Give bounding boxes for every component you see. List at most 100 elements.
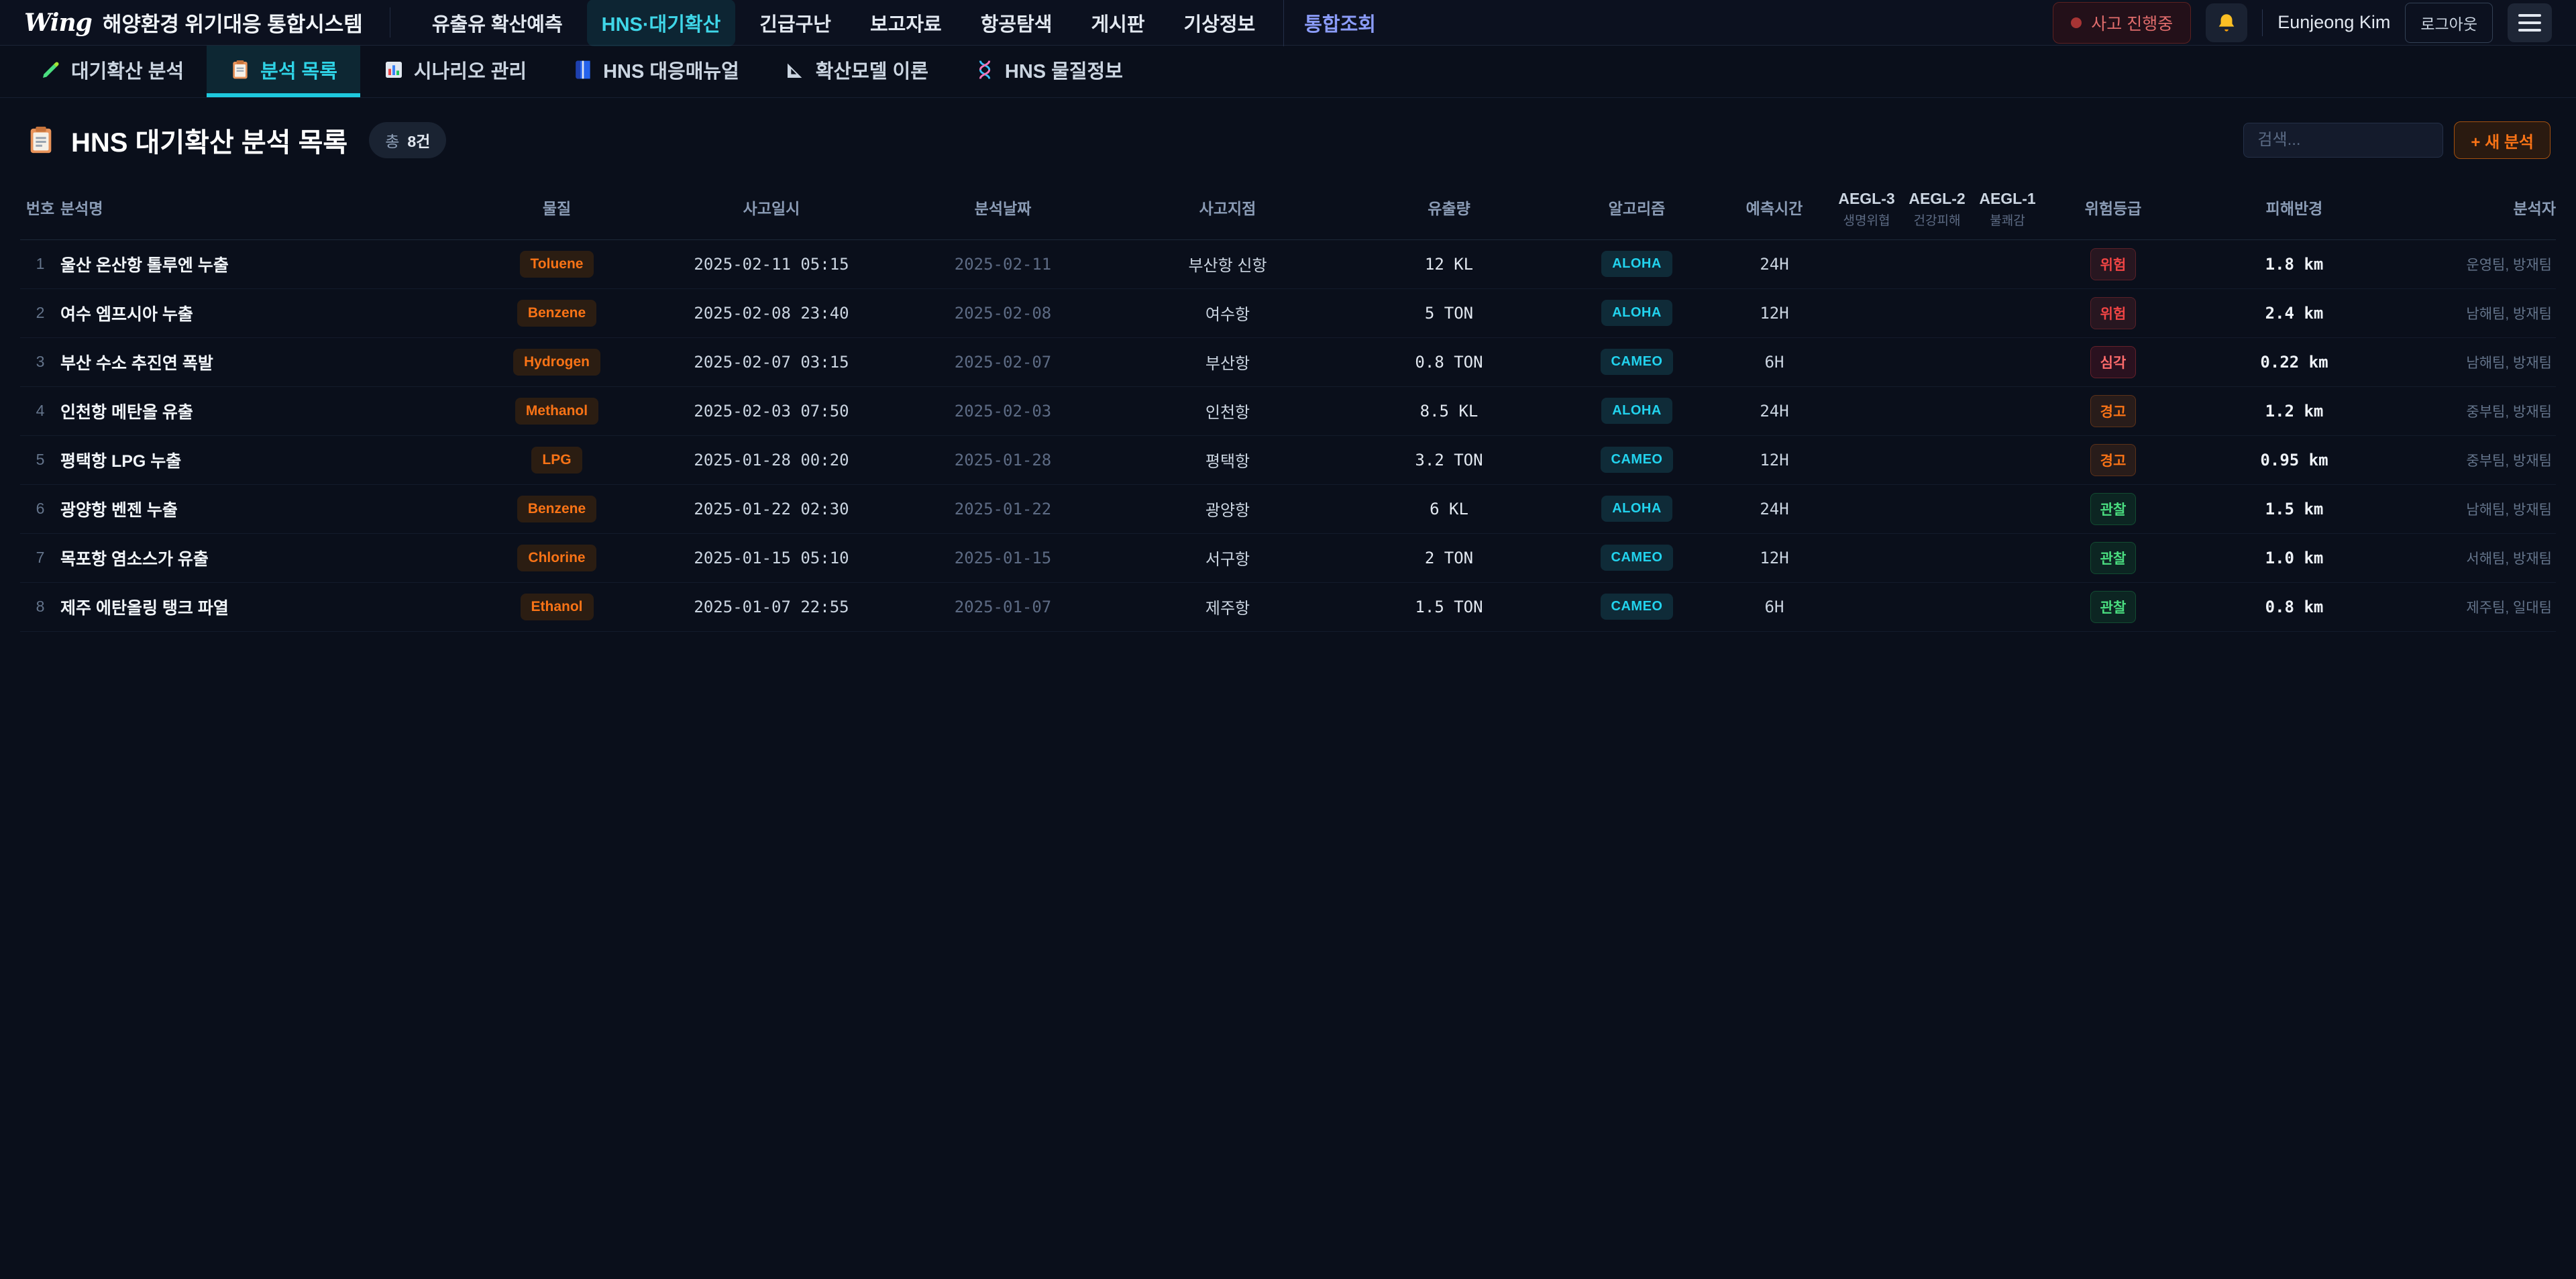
risk-cell: 위험	[2043, 248, 2184, 280]
row-number: 4	[20, 402, 60, 420]
dna-icon	[974, 59, 996, 80]
hamburger-menu-button[interactable]	[2508, 3, 2552, 42]
analysis-name: 여수 엠프시아 누출	[60, 301, 463, 325]
brand-logo: Wing	[24, 9, 92, 37]
page-header-left: HNS 대기확산 분석 목록 총 8건	[25, 121, 446, 160]
table-row[interactable]: 3 부산 수소 추진연 폭발 Hydrogen 2025-02-07 03:15…	[20, 338, 2556, 387]
damage-radius: 1.0 km	[2184, 549, 2405, 567]
col-location: 사고지점	[1114, 199, 1342, 219]
main-content: HNS 대기확산 분석 목록 총 8건 + 새 분석 번호 분석명 물질 사고일…	[0, 98, 2576, 632]
analyst-names: 중부팀, 방재팀	[2405, 450, 2556, 470]
nav-item-유출유 확산예측[interactable]: 유출유 확산예측	[417, 0, 578, 46]
total-label: 총	[385, 129, 399, 152]
table-row[interactable]: 4 인천항 메탄올 유출 Methanol 2025-02-03 07:50 2…	[20, 387, 2556, 436]
analyst-names: 제주팀, 일대팀	[2405, 597, 2556, 617]
spill-amount: 1.5 TON	[1342, 598, 1556, 616]
nav-item-게시판[interactable]: 게시판	[1076, 0, 1159, 46]
material-badge: Hydrogen	[513, 349, 600, 376]
spill-amount: 8.5 KL	[1342, 402, 1556, 421]
damage-radius: 1.8 km	[2184, 255, 2405, 274]
risk-cell: 관찰	[2043, 591, 2184, 623]
analysis-date: 2025-01-15	[892, 549, 1114, 567]
clipboard-icon	[25, 125, 56, 156]
spill-amount: 12 KL	[1342, 255, 1556, 274]
total-count-badge: 총 8건	[369, 122, 446, 158]
risk-cell: 위험	[2043, 297, 2184, 329]
sub-tab-bar: 대기확산 분석 분석 목록 시나리오 관리 HNS 대응매뉴얼 확산모델 이론 …	[0, 46, 2576, 98]
incident-location: 인천항	[1114, 399, 1342, 423]
material-badge: Ethanol	[521, 594, 594, 620]
incident-location: 광양항	[1114, 497, 1342, 520]
system-title: 해양환경 위기대응 통합시스템	[103, 7, 363, 38]
tab-확산모델 이론[interactable]: 확산모델 이론	[762, 46, 951, 97]
risk-grade-badge: 관찰	[2090, 591, 2137, 623]
damage-radius: 0.22 km	[2184, 353, 2405, 372]
table-row[interactable]: 5 평택항 LPG 누출 LPG 2025-01-28 00:20 2025-0…	[20, 436, 2556, 485]
nav-item-항공탐색[interactable]: 항공탐색	[966, 0, 1067, 46]
risk-grade-badge: 관찰	[2090, 493, 2137, 525]
analyst-names: 남해팀, 방재팀	[2405, 499, 2556, 519]
analyst-names: 운영팀, 방재팀	[2405, 254, 2556, 274]
page-header: HNS 대기확산 분석 목록 총 8건 + 새 분석	[20, 98, 2556, 180]
tab-HNS 물질정보[interactable]: HNS 물질정보	[951, 46, 1146, 97]
nav-item-HNS·대기확산[interactable]: HNS·대기확산	[587, 0, 736, 46]
risk-cell: 관찰	[2043, 542, 2184, 574]
spill-amount: 3.2 TON	[1342, 451, 1556, 469]
table-row[interactable]: 7 목포항 염소스가 유출 Chlorine 2025-01-15 05:10 …	[20, 534, 2556, 583]
analysis-date: 2025-01-28	[892, 451, 1114, 469]
algorithm-cell: CAMEO	[1556, 349, 1717, 375]
spill-amount: 5 TON	[1342, 304, 1556, 323]
incident-datetime: 2025-02-03 07:50	[651, 402, 892, 421]
incident-datetime: 2025-01-22 02:30	[651, 500, 892, 518]
new-analysis-button[interactable]: + 새 분석	[2454, 121, 2551, 159]
search-input[interactable]	[2243, 123, 2443, 158]
nav-item-긴급구난[interactable]: 긴급구난	[745, 0, 846, 46]
logout-button[interactable]: 로그아웃	[2405, 3, 2493, 43]
forecast-duration: 12H	[1717, 304, 1831, 323]
tab-분석 목록[interactable]: 분석 목록	[207, 46, 360, 97]
tab-대기확산 분석[interactable]: 대기확산 분석	[17, 46, 207, 97]
material-badge: Benzene	[517, 300, 596, 327]
col-aegl3: AEGL-3생명위협	[1831, 189, 1902, 230]
tab-시나리오 관리[interactable]: 시나리오 관리	[360, 46, 549, 97]
material-cell: Ethanol	[463, 594, 651, 620]
table-row[interactable]: 8 제주 에탄올링 탱크 파열 Ethanol 2025-01-07 22:55…	[20, 583, 2556, 632]
algorithm-badge: CAMEO	[1601, 447, 1674, 473]
col-aegl2: AEGL-2건강피해	[1902, 189, 1972, 230]
table-row[interactable]: 6 광양항 벤젠 누출 Benzene 2025-01-22 02:30 202…	[20, 485, 2556, 534]
forecast-duration: 24H	[1717, 255, 1831, 274]
col-name: 분석명	[60, 199, 463, 219]
col-aegl1: AEGL-1불쾌감	[1972, 189, 2043, 230]
notifications-button[interactable]	[2206, 3, 2247, 42]
damage-radius: 0.8 km	[2184, 598, 2405, 616]
incident-location: 부산항	[1114, 350, 1342, 374]
risk-grade-badge: 위험	[2090, 248, 2137, 280]
algorithm-cell: ALOHA	[1556, 300, 1717, 326]
risk-grade-badge: 관찰	[2090, 542, 2137, 574]
spill-amount: 2 TON	[1342, 549, 1556, 567]
damage-radius: 2.4 km	[2184, 304, 2405, 323]
forecast-duration: 6H	[1717, 353, 1831, 372]
incident-location: 여수항	[1114, 301, 1342, 325]
algorithm-badge: ALOHA	[1601, 300, 1672, 326]
table-row[interactable]: 1 울산 온산항 톨루엔 누출 Toluene 2025-02-11 05:15…	[20, 240, 2556, 289]
hamburger-icon	[2518, 14, 2541, 17]
nav-item-기상정보[interactable]: 기상정보	[1169, 0, 1271, 46]
tab-HNS 대응매뉴얼[interactable]: HNS 대응매뉴얼	[549, 46, 762, 97]
incident-location: 부산항 신항	[1114, 252, 1342, 276]
row-number: 5	[20, 451, 60, 469]
material-cell: Benzene	[463, 496, 651, 522]
algorithm-badge: ALOHA	[1601, 251, 1672, 277]
table-row[interactable]: 2 여수 엠프시아 누출 Benzene 2025-02-08 23:40 20…	[20, 289, 2556, 338]
nav-item-보고자료[interactable]: 보고자료	[855, 0, 957, 46]
algorithm-cell: CAMEO	[1556, 594, 1717, 620]
damage-radius: 1.2 km	[2184, 402, 2405, 421]
row-number: 7	[20, 549, 60, 567]
analysis-date: 2025-02-11	[892, 255, 1114, 274]
col-analyst: 분석자	[2405, 199, 2556, 219]
ruler-icon	[785, 59, 806, 80]
risk-cell: 경고	[2043, 395, 2184, 427]
nav-item-통합조회[interactable]: 통합조회	[1283, 0, 1391, 46]
analyst-names: 남해팀, 방재팀	[2405, 303, 2556, 323]
incident-datetime: 2025-01-28 00:20	[651, 451, 892, 469]
